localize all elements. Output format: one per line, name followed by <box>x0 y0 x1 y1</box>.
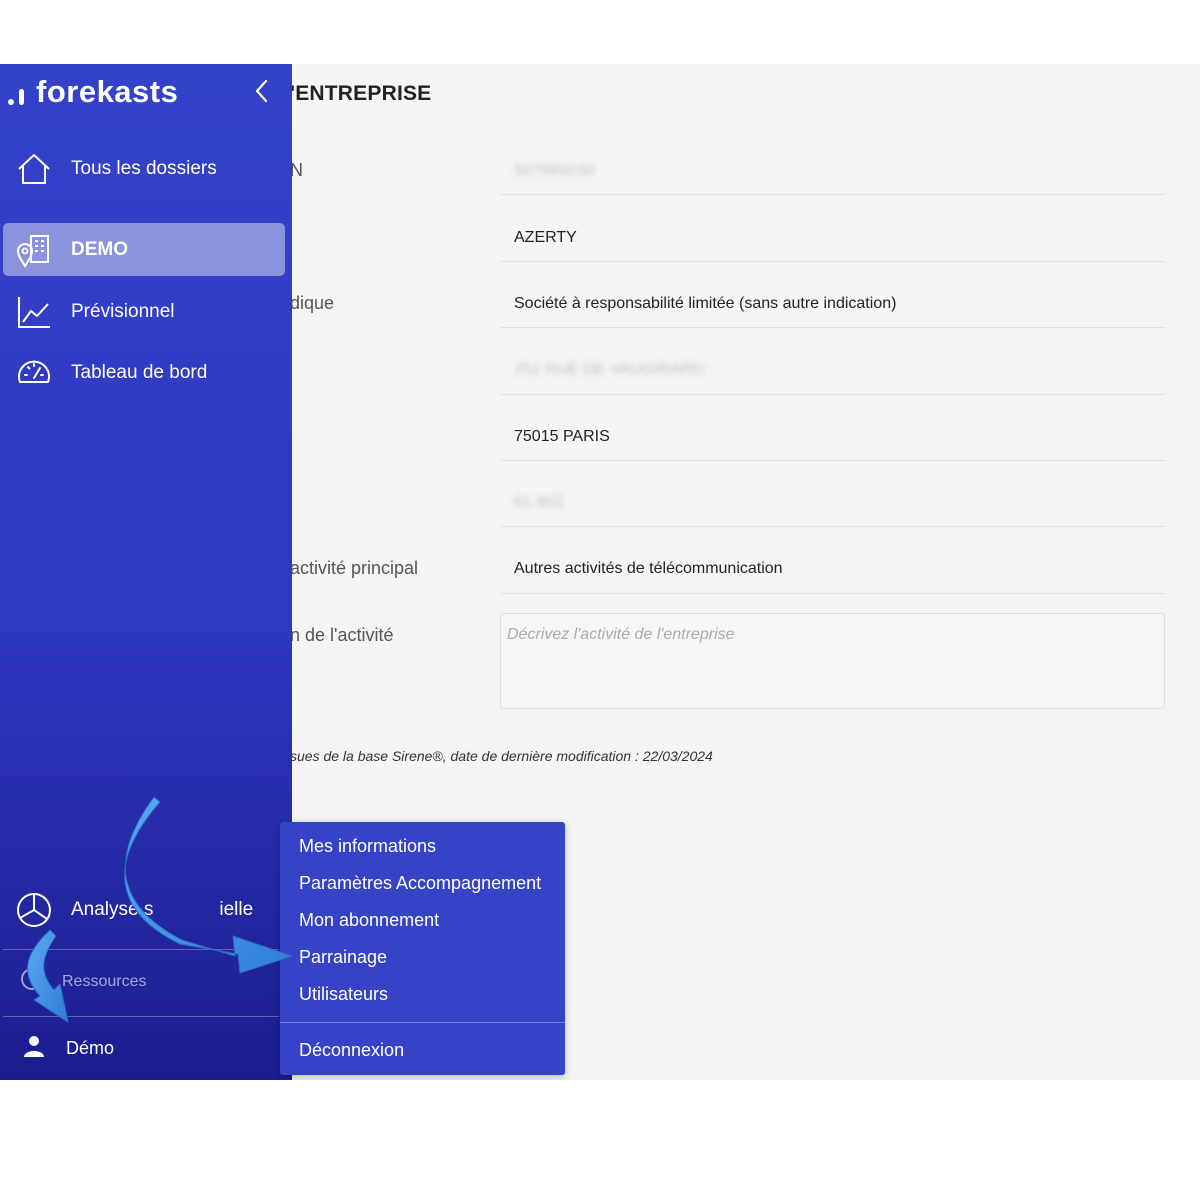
arrow-to-user <box>27 929 69 1024</box>
annotation-arrows <box>27 796 294 1024</box>
arrow-to-referral <box>124 796 294 974</box>
app-window: 'ENTREPRISE N 507093230 AZERTY dique Soc… <box>0 64 1200 1080</box>
